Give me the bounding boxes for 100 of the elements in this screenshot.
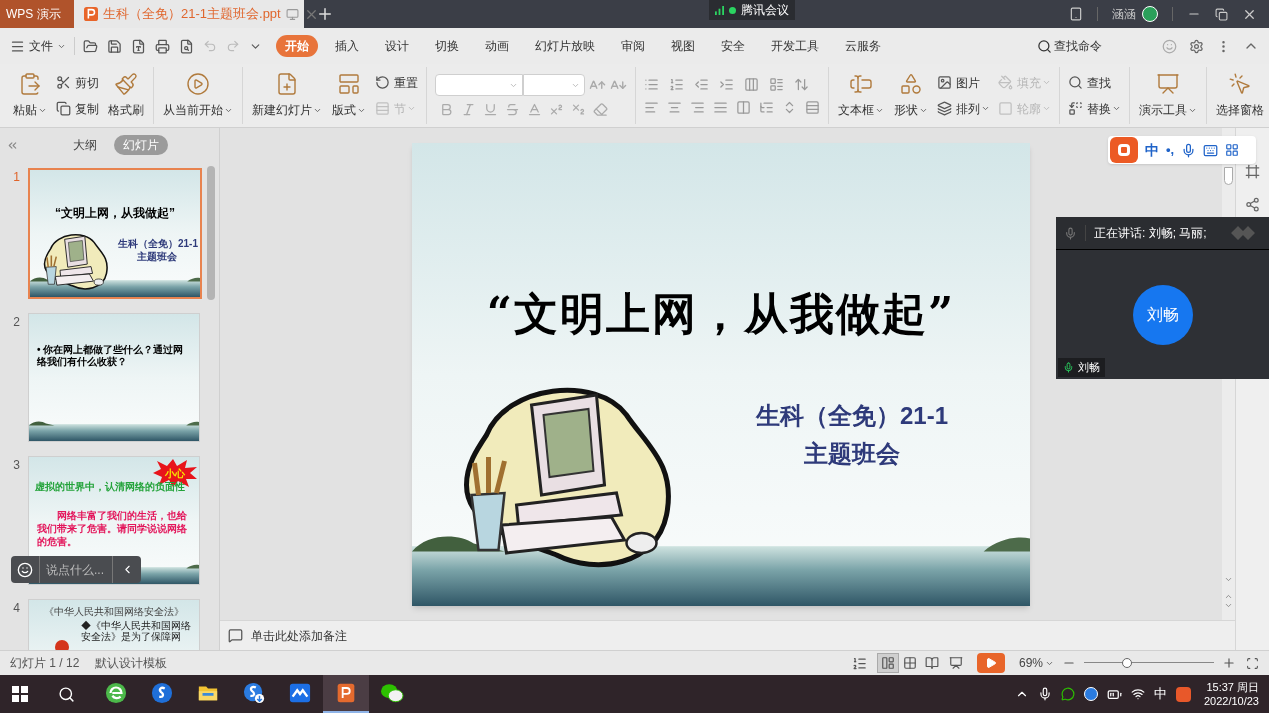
- ribbon-tab[interactable]: 插入: [326, 35, 368, 57]
- ribbon-button[interactable]: 排列: [937, 99, 990, 118]
- grid-icon[interactable]: [1225, 143, 1240, 157]
- punctuation-mode[interactable]: •,: [1166, 140, 1175, 160]
- numbered-list-icon[interactable]: [669, 76, 684, 92]
- zoom-in-icon[interactable]: [1222, 656, 1236, 670]
- presenter-view-icon[interactable]: [948, 656, 963, 670]
- ribbon-button[interactable]: 剪切: [56, 73, 99, 92]
- ribbon-button[interactable]: 重置: [375, 73, 418, 92]
- normal-view-icon[interactable]: [876, 653, 899, 673]
- fill-icon: [998, 75, 1013, 90]
- app-tab[interactable]: WPS 演示: [0, 0, 74, 28]
- notes-toggle-icon[interactable]: [851, 655, 867, 671]
- file-menu[interactable]: 文件: [10, 37, 66, 55]
- bullet-list-icon[interactable]: [644, 76, 659, 92]
- font-size-field[interactable]: [523, 74, 585, 96]
- line-spacing-icon[interactable]: [794, 76, 809, 92]
- font-name-field[interactable]: [435, 74, 523, 96]
- ribbon-tab[interactable]: 幻灯片放映: [526, 35, 604, 57]
- zoom-slider[interactable]: [1084, 658, 1214, 668]
- align-right-icon[interactable]: [690, 99, 705, 115]
- ribbon-tab[interactable]: 动画: [476, 35, 518, 57]
- scroll-down-icon[interactable]: [1224, 601, 1233, 610]
- start-icon[interactable]: [12, 686, 28, 702]
- clock[interactable]: 15:37 周日 2022/10/23: [1203, 680, 1259, 708]
- notes-placeholder[interactable]: 单击此处添加备注: [251, 626, 347, 645]
- ribbon-tab[interactable]: 切换: [426, 35, 468, 57]
- distribute-icon[interactable]: [736, 99, 751, 115]
- align-center-icon[interactable]: [667, 99, 682, 115]
- font-color-icon[interactable]: [527, 102, 542, 117]
- collapse-button[interactable]: [112, 556, 141, 583]
- zoom-level[interactable]: 69%: [1018, 654, 1054, 672]
- justify-icon[interactable]: [713, 99, 728, 115]
- monitor-icon[interactable]: [285, 7, 299, 21]
- frame-icon[interactable]: [1245, 164, 1260, 179]
- ribbon-tab[interactable]: 安全: [712, 35, 754, 57]
- input-method[interactable]: 中: [1153, 684, 1167, 704]
- input-mode[interactable]: 中: [1145, 139, 1159, 161]
- chat-input[interactable]: 说点什么...: [40, 556, 112, 583]
- indent-icon[interactable]: [719, 76, 734, 92]
- emoji-button[interactable]: [11, 556, 40, 583]
- ribbon-button[interactable]: 查找: [1068, 73, 1121, 92]
- keyboard-icon[interactable]: [1203, 142, 1219, 158]
- taskbar-app[interactable]: [323, 675, 369, 713]
- ribbon-tab[interactable]: 云服务: [836, 35, 890, 57]
- restore-icon[interactable]: [1215, 7, 1228, 21]
- fit-icon[interactable]: [1246, 656, 1259, 670]
- save-icon[interactable]: [107, 38, 122, 54]
- chat-tray-icon[interactable]: [1060, 687, 1075, 701]
- paragraph-icon[interactable]: [805, 99, 820, 115]
- meeting-indicator[interactable]: 腾讯会议: [708, 0, 795, 20]
- slide-thumbnail[interactable]: “文明上网，从我做起” 生科（全免）21-1 主题班会: [28, 168, 202, 299]
- ribbon-button[interactable]: 版式: [327, 67, 371, 124]
- microphone-icon[interactable]: [1037, 687, 1052, 701]
- new-tab-icon[interactable]: [316, 5, 334, 23]
- share-icon[interactable]: [1245, 197, 1260, 212]
- scroll-up-icon[interactable]: [1224, 592, 1233, 601]
- ribbon-tab[interactable]: 视图: [662, 35, 704, 57]
- ribbon-button[interactable]: 从当前开始: [158, 67, 238, 124]
- slide-thumbnail[interactable]: • 你在网上都做了些什么？通过网络我们有什么收获？: [28, 313, 200, 442]
- preview-icon[interactable]: [179, 38, 194, 54]
- ribbon-button[interactable]: 复制: [56, 99, 99, 118]
- user-name[interactable]: 涵涵: [1112, 5, 1136, 23]
- ribbon-tab[interactable]: 设计: [376, 35, 418, 57]
- scrollbar[interactable]: [207, 166, 215, 300]
- scroll-down-icon[interactable]: [1224, 575, 1233, 584]
- ribbon-button[interactable]: 演示工具: [1134, 67, 1202, 124]
- print-icon[interactable]: [155, 38, 170, 54]
- outdent-icon[interactable]: [694, 76, 709, 92]
- command-search[interactable]: 查找命令: [1037, 37, 1102, 55]
- slide-thumbnail[interactable]: 《中华人民共和国网络安全法》 ◆《中华人民共和国网络安全法》是为了保障网: [28, 599, 200, 650]
- ribbon-button[interactable]: 文本框: [833, 67, 889, 124]
- input-method-icon[interactable]: [1175, 686, 1191, 702]
- view-tab[interactable]: 大纲: [64, 135, 106, 155]
- input-method-bar[interactable]: 中 •,: [1108, 136, 1256, 164]
- slider-thumb[interactable]: [1121, 658, 1132, 668]
- wifi-icon[interactable]: [1130, 687, 1145, 701]
- text-direction-icon[interactable]: [769, 76, 784, 92]
- device-icon[interactable]: [1069, 7, 1083, 21]
- template-name[interactable]: 默认设计模板: [95, 654, 168, 672]
- paragraph-spacing-icon[interactable]: [759, 99, 774, 115]
- play-button[interactable]: [976, 653, 1005, 673]
- pdf-icon[interactable]: [131, 38, 146, 54]
- ribbon-button[interactable]: 新建幻灯片: [247, 67, 327, 124]
- ribbon-button[interactable]: 替换: [1068, 99, 1121, 118]
- columns-icon[interactable]: [744, 76, 759, 92]
- ribbon-button[interactable]: 格式刷: [103, 67, 149, 124]
- settings-icon[interactable]: [1189, 38, 1204, 54]
- tray-app-icon[interactable]: [1083, 687, 1098, 701]
- avatar-icon[interactable]: [1142, 6, 1158, 22]
- ribbon-button[interactable]: 形状: [889, 67, 933, 124]
- ribbon-button[interactable]: 选择窗格: [1211, 67, 1269, 124]
- align-left-icon[interactable]: [644, 99, 659, 115]
- ribbon-tab[interactable]: 开发工具: [762, 35, 828, 57]
- scrollbar-thumb[interactable]: [1224, 167, 1233, 185]
- search-icon[interactable]: [58, 685, 75, 703]
- ribbon-tab[interactable]: 审阅: [612, 35, 654, 57]
- open-icon[interactable]: [83, 38, 98, 54]
- ribbon-button[interactable]: 图片: [937, 73, 990, 92]
- ribbon-button[interactable]: 粘贴: [8, 67, 52, 124]
